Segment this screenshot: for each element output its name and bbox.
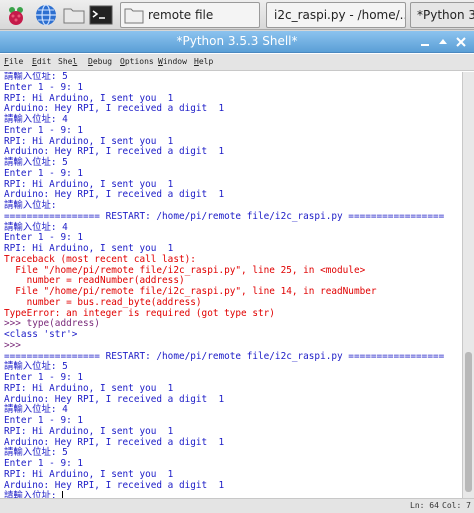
close-icon[interactable] xyxy=(454,35,468,49)
shell-line: Arduino: Hey RPI, I received a digit 1 xyxy=(0,146,462,158)
shell-line-text: Traceback (most recent call last): xyxy=(4,253,196,265)
shell-line: <class 'str'> xyxy=(0,329,462,341)
shell-line-text: Arduino: Hey RPI, I received a digit 1 xyxy=(4,479,225,491)
shell-line-text: ================= RESTART: /home/pi/remo… xyxy=(4,210,445,222)
shell-line-text: number = bus.read_byte(address) xyxy=(4,296,202,308)
shell-line-text: RPI: Hi Arduino, I sent you 1 xyxy=(4,135,174,147)
shell-line-text: RPI: Hi Arduino, I sent you 1 xyxy=(4,243,174,254)
shell-line: Arduino: Hey RPI, I received a digit 1 xyxy=(0,436,462,449)
shell-line-text: Arduino: Hey RPI, I received a digit 1 xyxy=(4,103,225,115)
menu-item[interactable]: Options xyxy=(120,57,154,66)
status-column-number: Col: 7 xyxy=(442,501,471,510)
shell-line-text: Enter 1 - 9: 1 xyxy=(4,232,84,244)
shell-line-text: number = readNumber(address) xyxy=(4,275,185,287)
shell-line-text: RPI: Hi Arduino, I sent you 1 xyxy=(4,425,174,437)
shell-line-text: ================= RESTART: /home/pi/remo… xyxy=(4,350,445,362)
shell-line-text: >>> type(address) xyxy=(4,318,100,330)
file-manager-icon[interactable] xyxy=(62,3,86,27)
shell-line: ================= RESTART: /home/pi/remo… xyxy=(0,350,462,363)
shell-line: Arduino: Hey RPI, I received a digit 1 xyxy=(0,189,462,201)
shell-line: Arduino: Hey RPI, I received a digit 1 xyxy=(0,393,462,406)
shell-line-text: Arduino: Hey RPI, I received a digit 1 xyxy=(4,146,225,158)
shell-line-text: 請輸入位址: 5 xyxy=(4,157,68,168)
shell-output-area[interactable]: 請輸入位址: 5 Enter 1 - 9: 1 RPI: Hi Arduino, I… xyxy=(0,72,462,498)
shell-line-text: Enter 1 - 9: 1 xyxy=(4,124,84,136)
taskbar-window-label: *Python 3.5 xyxy=(417,8,474,22)
shell-line-text: RPI: Hi Arduino, I sent you 1 xyxy=(4,468,174,480)
terminal-icon[interactable] xyxy=(89,3,113,27)
menu-item[interactable]: Edit xyxy=(32,57,51,66)
web-browser-icon[interactable] xyxy=(34,3,58,27)
menu-item[interactable]: Debug xyxy=(88,57,112,66)
vertical-scrollbar[interactable] xyxy=(462,72,474,498)
shell-line-text: Enter 1 - 9: 1 xyxy=(4,167,84,179)
shell-line-text: File "/home/pi/remote file/i2c_raspi.py"… xyxy=(4,286,377,297)
shell-line-text: <class 'str'> xyxy=(4,329,78,340)
taskbar-window-i2c-raspi[interactable]: i2c_raspi.py - /home/... xyxy=(266,2,406,28)
shell-line-text: RPI: Hi Arduino, I sent you 1 xyxy=(4,382,174,394)
menu-item[interactable]: Window xyxy=(158,57,187,66)
shell-lines: 請輸入位址: 5 Enter 1 - 9: 1 RPI: Hi Arduino, I… xyxy=(0,72,462,498)
shell-line-text: TypeError: an integer is required (got t… xyxy=(4,307,275,319)
maximize-icon[interactable] xyxy=(436,35,450,49)
shell-line-text: 請輸入位址: 4 xyxy=(4,114,68,125)
shell-line-text: 請輸入位址: 5 xyxy=(4,361,68,373)
menu-item[interactable]: Help xyxy=(194,57,213,66)
shell-line-text: RPI: Hi Arduino, I sent you 1 xyxy=(4,178,174,190)
taskbar: remote file i2c_raspi.py - /home/... *Py… xyxy=(0,0,474,30)
shell-line-text: >>> xyxy=(4,339,21,351)
raspberry-pi-menu-icon[interactable] xyxy=(4,3,28,27)
shell-line-text: 請輸入位址: 5 xyxy=(4,447,68,459)
shell-line-text: 請輸入位址: 4 xyxy=(4,404,68,416)
shell-line-text: 請輸入位址: 4 xyxy=(4,221,68,233)
shell-line: Arduino: Hey RPI, I received a digit 1 xyxy=(0,103,462,115)
taskbar-window-label: i2c_raspi.py - /home/... xyxy=(274,8,406,22)
shell-line-text: Enter 1 - 9: 1 xyxy=(4,81,84,93)
window-title: *Python 3.5.3 Shell* xyxy=(176,34,298,48)
status-line-number: Ln: 64 xyxy=(410,501,439,510)
scrollbar-thumb[interactable] xyxy=(465,352,472,492)
shell-line-text: RPI: Hi Arduino, I sent you 1 xyxy=(4,92,174,104)
shell-line-text: 請輸入位址: 5 xyxy=(4,72,68,82)
shell-line-text: Enter 1 - 9: 1 xyxy=(4,458,84,469)
title-bar[interactable]: *Python 3.5.3 Shell* xyxy=(0,31,474,53)
taskbar-window-label: remote file xyxy=(148,8,214,22)
minimize-icon[interactable] xyxy=(418,35,432,49)
shell-line-text: 請輸入位址: xyxy=(4,490,63,498)
shell-line-text: File "/home/pi/remote file/i2c_raspi.py"… xyxy=(4,264,366,276)
status-bar: Ln: 64 Col: 7 xyxy=(0,498,474,513)
folder-icon xyxy=(124,8,144,24)
text-cursor xyxy=(62,491,64,498)
shell-line-text: Arduino: Hey RPI, I received a digit 1 xyxy=(4,393,225,405)
python-shell-window: *Python 3.5.3 Shell* File Edit Shel Debug Op… xyxy=(0,31,474,513)
menu-bar: File Edit Shel Debug Options Window Help xyxy=(0,54,474,71)
shell-line-text: Arduino: Hey RPI, I received a digit 1 xyxy=(4,189,225,201)
shell-line-text: Enter 1 - 9: 1 xyxy=(4,415,84,426)
shell-line: Arduino: Hey RPI, I received a digit 1 xyxy=(0,479,462,492)
taskbar-window-python-shell[interactable]: *Python 3.5 xyxy=(410,2,474,28)
shell-line: 請輸入位址: xyxy=(0,491,462,498)
menu-item[interactable]: Shel xyxy=(58,57,77,66)
shell-line-text: 請輸入位址: xyxy=(4,200,57,211)
shell-line: ================= RESTART: /home/pi/remo… xyxy=(0,210,462,223)
shell-line-text: Arduino: Hey RPI, I received a digit 1 xyxy=(4,436,225,448)
shell-line-text: Enter 1 - 9: 1 xyxy=(4,372,84,383)
taskbar-window-remote-file[interactable]: remote file xyxy=(120,2,260,28)
menu-item[interactable]: File xyxy=(4,57,23,66)
